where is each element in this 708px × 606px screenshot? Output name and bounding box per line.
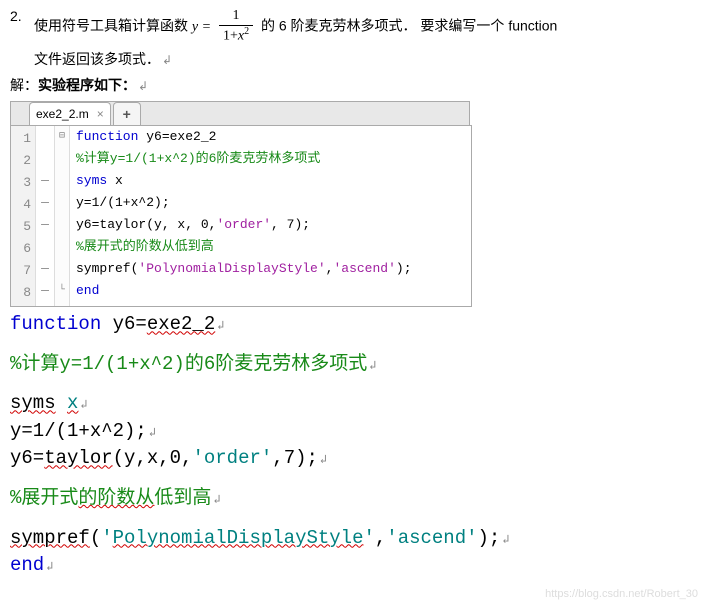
new-tab-button[interactable]: +: [113, 102, 141, 125]
problem-part1: 使用符号工具箱计算函数: [34, 17, 192, 33]
problem-text: 使用符号工具箱计算函数 y = 1 1+x2 的 6 阶麦克劳林多项式． 要求编…: [34, 8, 698, 45]
code-line: sympref('PolynomialDisplayStyle','ascend…: [76, 258, 471, 280]
file-tab[interactable]: exe2_2.m ×: [29, 102, 111, 125]
code-line: %计算y=1/(1+x^2)的6阶麦克劳林多项式: [76, 148, 471, 170]
breakpoint-gutter: —— ———: [36, 126, 54, 306]
close-icon[interactable]: ×: [97, 107, 104, 121]
problem-statement: 2. 使用符号工具箱计算函数 y = 1 1+x2 的 6 阶麦克劳林多项式． …: [10, 8, 698, 45]
frac-top: 1: [219, 8, 253, 26]
plain-code-block: function y6=exe2_2↲ %计算y=1/(1+x^2)的6阶麦克劳…: [10, 311, 698, 579]
fold-gutter: ⊟ └: [54, 126, 70, 306]
line-numbers: 1234 5678: [11, 126, 36, 306]
answer-label: 解：实验程序如下：↲: [10, 75, 698, 95]
tab-filename: exe2_2.m: [36, 107, 89, 121]
watermark: https://blog.csdn.net/Robert_30: [545, 588, 698, 600]
code-editor[interactable]: 1234 5678 —— ——— ⊟ └ function y6=exe2_2 …: [10, 125, 472, 307]
code-line: y6=taylor(y, x, 0,'order', 7);: [76, 214, 471, 236]
problem-number: 2.: [10, 8, 34, 24]
code-line: y=1/(1+x^2);: [76, 192, 471, 214]
editor-tab-bar: exe2_2.m × +: [10, 101, 470, 125]
code-line: syms x: [76, 170, 471, 192]
code-area[interactable]: function y6=exe2_2 %计算y=1/(1+x^2)的6阶麦克劳林…: [70, 126, 471, 306]
code-line: end: [76, 280, 471, 302]
frac-bottom: 1+x2: [219, 26, 253, 45]
plus-icon: +: [123, 106, 131, 122]
fraction: 1 1+x2: [219, 8, 253, 45]
problem-line2: 文件返回该多项式．↲: [10, 49, 698, 69]
code-line: function y6=exe2_2: [76, 126, 471, 148]
eq-lhs: y =: [192, 19, 211, 34]
code-line: %展开式的阶数从低到高: [76, 236, 471, 258]
problem-part2: 的 6 阶麦克劳林多项式． 要求编写一个 function: [261, 17, 557, 33]
